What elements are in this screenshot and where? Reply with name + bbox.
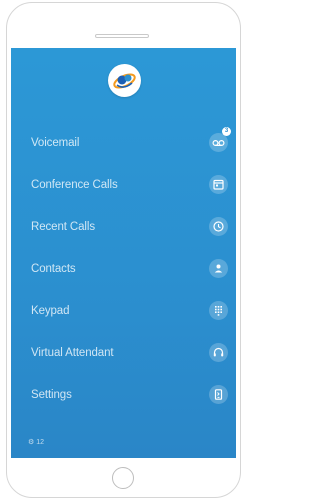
menu-item-virtual-attendant[interactable]: Virtual Attendant	[11, 340, 236, 370]
contact-person-icon	[209, 259, 228, 278]
menu-item-recent-calls[interactable]: Recent Calls	[11, 214, 236, 244]
settings-device-icon	[209, 385, 228, 404]
menu-item-label: Conference Calls	[31, 179, 118, 191]
menu-item-label: Voicemail	[31, 137, 80, 149]
menu-item-label: Virtual Attendant	[31, 347, 114, 359]
menu-item-label: Settings	[31, 389, 72, 401]
logo-mark-icon	[113, 73, 136, 89]
menu-item-contacts[interactable]: Contacts	[11, 256, 236, 286]
calendar-icon	[209, 175, 228, 194]
menu-item-conference-calls[interactable]: Conference Calls	[11, 172, 236, 202]
menu-item-settings[interactable]: Settings	[11, 382, 236, 412]
clock-icon	[209, 217, 228, 236]
phone-speaker	[95, 34, 149, 38]
menu-item-keypad[interactable]: Keypad	[11, 298, 236, 328]
voicemail-count-badge: 3	[222, 127, 231, 136]
home-button[interactable]	[112, 467, 134, 489]
app-screen: Voicemail 3 Conference Calls Recent Call…	[11, 48, 236, 458]
headset-icon	[209, 343, 228, 362]
menu-item-label: Recent Calls	[31, 221, 95, 233]
footer-status-text: ⚙ 12	[28, 439, 45, 446]
menu-item-label: Keypad	[31, 305, 70, 317]
keypad-icon	[209, 301, 228, 320]
menu-item-voicemail[interactable]: Voicemail 3	[11, 127, 236, 160]
phone-frame: Voicemail 3 Conference Calls Recent Call…	[6, 2, 241, 498]
menu-item-label: Contacts	[31, 263, 76, 275]
app-logo	[108, 64, 141, 97]
